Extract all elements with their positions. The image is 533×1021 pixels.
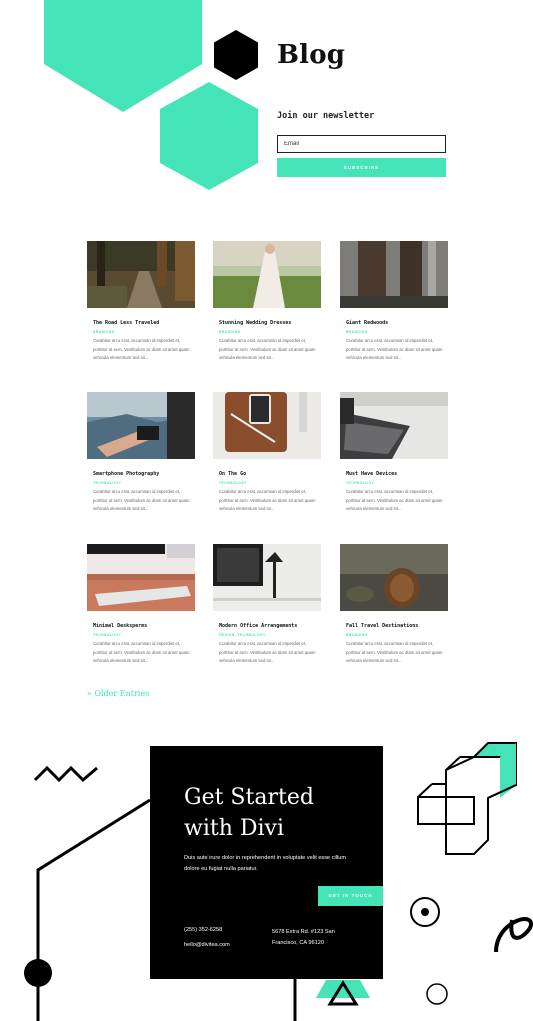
blog-post-card[interactable]: The Road Less Traveled BRANDING Curabitu… bbox=[87, 241, 195, 363]
post-excerpt: Curabitur arcu erat, accumsan id imperdi… bbox=[93, 641, 190, 664]
post-category[interactable]: BRANDING bbox=[87, 329, 195, 335]
post-title[interactable]: Fall Travel Destinations bbox=[340, 622, 448, 630]
post-image-on-the-go[interactable] bbox=[213, 392, 321, 459]
blog-post-card[interactable]: On The Go TECHNOLOGY Curabitur arcu erat… bbox=[213, 392, 321, 514]
zigzag-decoration bbox=[33, 765, 98, 783]
blog-post-card[interactable]: Stunning Wedding Dresses BRANDING Curabi… bbox=[213, 241, 321, 363]
page-title: Blog bbox=[277, 40, 346, 70]
post-category[interactable]: BRANDING bbox=[340, 329, 448, 335]
post-category[interactable]: TECHNOLOGY bbox=[340, 480, 448, 486]
post-title[interactable]: Stunning Wedding Dresses bbox=[213, 319, 321, 327]
post-excerpt: Curabitur arcu erat, accumsan id imperdi… bbox=[346, 489, 443, 512]
post-title[interactable]: Must Have Devices bbox=[340, 470, 448, 478]
post-title[interactable]: The Road Less Traveled bbox=[87, 319, 195, 327]
post-image-redwoods[interactable] bbox=[340, 241, 448, 308]
post-category[interactable]: BRANDING bbox=[340, 632, 448, 638]
post-image-pinecone[interactable] bbox=[340, 544, 448, 611]
post-title[interactable]: Giant Redwoods bbox=[340, 319, 448, 327]
post-title[interactable]: Minimal Desksperms bbox=[87, 622, 195, 630]
older-entries-link[interactable]: « Older Entries bbox=[87, 689, 149, 698]
post-image-smartphone[interactable] bbox=[87, 392, 195, 459]
target-dot-decoration bbox=[421, 908, 429, 916]
post-excerpt: Curabitur arcu erat, accumsan id imperdi… bbox=[219, 641, 316, 664]
post-category[interactable]: DESIGN, TECHNOLOGY bbox=[213, 632, 321, 638]
cross-3d-decoration bbox=[417, 742, 517, 855]
contact-address: 5678 Extra Rd. #123 San Francisco, CA 96… bbox=[272, 929, 335, 946]
post-category[interactable]: BRANDING bbox=[213, 329, 321, 335]
dot-decoration bbox=[24, 959, 52, 987]
post-image-wedding-dress[interactable] bbox=[213, 241, 321, 308]
post-category[interactable]: TECHNOLOGY bbox=[87, 480, 195, 486]
post-title[interactable]: On The Go bbox=[213, 470, 321, 478]
cta-body-text: Duis aute irure dolor in reprehenderit i… bbox=[184, 855, 346, 872]
post-excerpt: Curabitur arcu erat, accumsan id imperdi… bbox=[346, 338, 443, 361]
post-excerpt: Curabitur arcu erat, accumsan id imperdi… bbox=[346, 641, 443, 664]
blog-post-card[interactable]: Fall Travel Destinations BRANDING Curabi… bbox=[340, 544, 448, 666]
blog-post-card[interactable]: Modern Office Arrangements DESIGN, TECHN… bbox=[213, 544, 321, 666]
post-title[interactable]: Smartphone Photography bbox=[87, 470, 195, 478]
hexagon-medium-decoration bbox=[160, 82, 258, 190]
post-category[interactable]: TECHNOLOGY bbox=[213, 480, 321, 486]
post-image-keyboard[interactable] bbox=[87, 544, 195, 611]
blog-post-card[interactable]: Must Have Devices TECHNOLOGY Curabitur a… bbox=[340, 392, 448, 514]
connector-line-decoration bbox=[36, 798, 151, 1021]
blog-post-card[interactable]: Minimal Desksperms TECHNOLOGY Curabitur … bbox=[87, 544, 195, 666]
post-excerpt: Curabitur arcu erat, accumsan id imperdi… bbox=[93, 489, 190, 512]
newsletter-heading: Join our newsletter bbox=[277, 111, 375, 121]
post-category[interactable]: TECHNOLOGY bbox=[87, 632, 195, 638]
post-excerpt: Curabitur arcu erat, accumsan id imperdi… bbox=[219, 489, 316, 512]
post-excerpt: Curabitur arcu erat, accumsan id imperdi… bbox=[219, 338, 316, 361]
curve-decoration bbox=[494, 917, 533, 953]
post-title[interactable]: Modern Office Arrangements bbox=[213, 622, 321, 630]
post-image-office[interactable] bbox=[213, 544, 321, 611]
get-in-touch-button[interactable]: GET IN TOUCH bbox=[318, 886, 383, 906]
subscribe-button[interactable]: SUBSCRIBE bbox=[277, 158, 446, 177]
contact-email[interactable]: hello@divitea.com bbox=[184, 942, 230, 948]
post-image-forest-road[interactable] bbox=[87, 241, 195, 308]
email-field[interactable] bbox=[277, 135, 446, 153]
post-image-laptop[interactable] bbox=[340, 392, 448, 459]
blog-post-card[interactable]: Giant Redwoods BRANDING Curabitur arcu e… bbox=[340, 241, 448, 363]
small-circle-decoration bbox=[426, 983, 448, 1005]
hexagon-small-decoration bbox=[214, 30, 258, 80]
post-excerpt: Curabitur arcu erat, accumsan id imperdi… bbox=[93, 338, 190, 361]
blog-post-card[interactable]: Smartphone Photography TECHNOLOGY Curabi… bbox=[87, 392, 195, 514]
cta-title: Get Started with Divi bbox=[184, 785, 314, 841]
contact-phone: (255) 352-6258 bbox=[184, 927, 223, 933]
